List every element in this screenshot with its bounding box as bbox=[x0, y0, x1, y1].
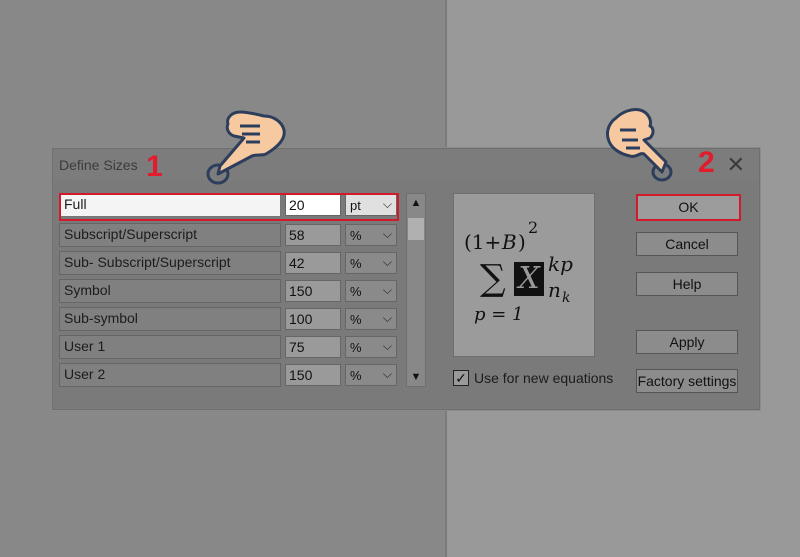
scroll-down-icon[interactable]: ▼ bbox=[407, 368, 425, 386]
preview-b: B bbox=[502, 230, 517, 254]
chevron-down-icon: ⌵ bbox=[382, 283, 392, 297]
size-row-user-2[interactable]: User 2 150 % ⌵ bbox=[59, 363, 429, 387]
apply-button[interactable]: Apply bbox=[636, 330, 738, 354]
size-value-input[interactable]: 150 bbox=[285, 280, 341, 302]
size-row-user-1[interactable]: User 1 75 % ⌵ bbox=[59, 335, 429, 359]
cancel-button[interactable]: Cancel bbox=[636, 232, 738, 256]
size-row-subscript[interactable]: Subscript/Superscript 58 % ⌵ bbox=[59, 223, 429, 247]
chevron-down-icon: ⌵ bbox=[382, 367, 392, 381]
size-value-input[interactable]: 42 bbox=[285, 252, 341, 274]
size-row-name: Subscript/Superscript bbox=[59, 223, 281, 247]
use-for-new-checkbox[interactable]: ✓ bbox=[453, 370, 469, 386]
preview-sigma: ∑ bbox=[480, 258, 506, 299]
size-value-input[interactable]: 75 bbox=[285, 336, 341, 358]
size-row-sub-symbol[interactable]: Sub-symbol 100 % ⌵ bbox=[59, 307, 429, 331]
size-unit-select[interactable]: % ⌵ bbox=[345, 308, 397, 330]
size-row-symbol[interactable]: Symbol 150 % ⌵ bbox=[59, 279, 429, 303]
size-value-input[interactable]: 100 bbox=[285, 308, 341, 330]
chevron-down-icon: ⌵ bbox=[382, 255, 392, 269]
unit-label: % bbox=[350, 312, 362, 327]
preview-lower-limit: p = 1 bbox=[474, 304, 524, 325]
unit-label: % bbox=[350, 284, 362, 299]
size-row-name: Sub- Subscript/Superscript bbox=[59, 251, 281, 275]
preview-kp: kp bbox=[548, 252, 573, 276]
step-2-marker: 2 bbox=[698, 146, 715, 179]
unit-label: % bbox=[350, 256, 362, 271]
chevron-down-icon: ⌵ bbox=[382, 339, 392, 353]
size-row-name: Sub-symbol bbox=[59, 307, 281, 331]
close-icon[interactable]: ✕ bbox=[727, 151, 745, 179]
size-value-input[interactable]: 58 bbox=[285, 224, 341, 246]
chevron-down-icon: ⌵ bbox=[382, 227, 392, 241]
size-unit-select[interactable]: % ⌵ bbox=[345, 224, 397, 246]
preview-k: k bbox=[562, 290, 571, 306]
size-row-name: User 1 bbox=[59, 335, 281, 359]
size-unit-select[interactable]: % ⌵ bbox=[345, 252, 397, 274]
size-value-input[interactable]: 150 bbox=[285, 364, 341, 386]
chevron-down-icon: ⌵ bbox=[382, 311, 392, 325]
preview-close-paren: ) bbox=[518, 230, 526, 254]
preview-power: 2 bbox=[528, 218, 539, 237]
step1-highlight-box bbox=[59, 193, 399, 221]
size-unit-select[interactable]: % ⌵ bbox=[345, 280, 397, 302]
pointing-hand-icon bbox=[206, 110, 286, 185]
unit-label: % bbox=[350, 368, 362, 383]
size-list: Full 20 pt ⌵ Subscript/Superscript 58 % ⌵ … bbox=[59, 193, 429, 393]
use-for-new-label: Use for new equations bbox=[474, 370, 614, 386]
factory-settings-button[interactable]: Factory settings bbox=[636, 369, 738, 393]
unit-label: % bbox=[350, 340, 362, 355]
scroll-thumb[interactable] bbox=[408, 218, 424, 240]
size-unit-select[interactable]: % ⌵ bbox=[345, 336, 397, 358]
size-unit-select[interactable]: % ⌵ bbox=[345, 364, 397, 386]
dialog-title: Define Sizes bbox=[59, 157, 138, 173]
pointing-hand-icon bbox=[606, 108, 673, 182]
unit-label: % bbox=[350, 228, 362, 243]
help-button[interactable]: Help bbox=[636, 272, 738, 296]
size-row-name: User 2 bbox=[59, 363, 281, 387]
size-row-name: Symbol bbox=[59, 279, 281, 303]
preview-x-selected: X bbox=[514, 262, 544, 296]
preview-open-paren: (1+ bbox=[464, 230, 502, 254]
scroll-up-icon[interactable]: ▲ bbox=[407, 194, 425, 212]
ok-button[interactable]: OK bbox=[636, 194, 741, 221]
equation-preview: (1+ B ) 2 ∑ X kp n k p = 1 bbox=[453, 193, 595, 357]
preview-n: n bbox=[548, 278, 561, 302]
size-list-scrollbar[interactable]: ▲ ▼ bbox=[406, 193, 426, 387]
step-1-marker: 1 bbox=[146, 150, 163, 183]
size-row-sub-subscript[interactable]: Sub- Subscript/Superscript 42 % ⌵ bbox=[59, 251, 429, 275]
